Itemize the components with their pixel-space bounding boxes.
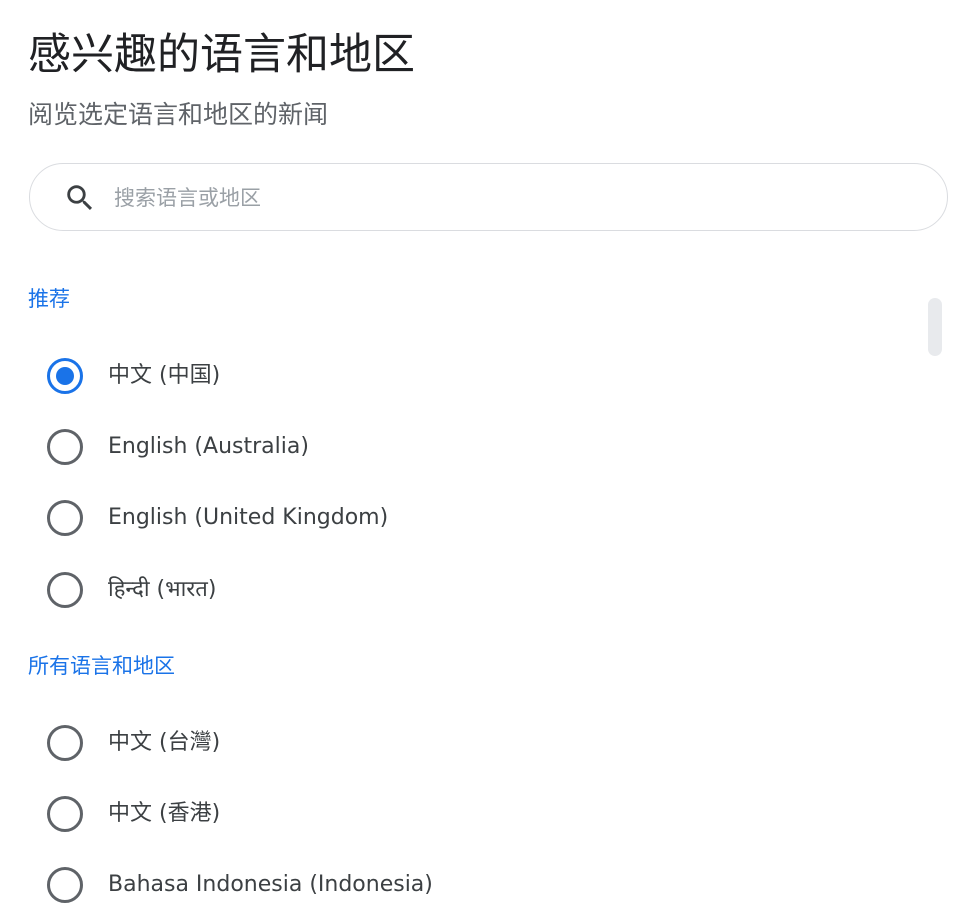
option-label: 中文 (香港)	[108, 801, 221, 826]
option-label: 中文 (台灣)	[108, 730, 221, 755]
search-icon[interactable]	[63, 181, 97, 215]
radio-option-hi-in[interactable]: हिन्दी (भारत)	[40, 562, 640, 618]
scrollbar-thumb[interactable]	[928, 298, 942, 356]
radio-selected-icon[interactable]	[47, 358, 83, 394]
radio-option-en-gb[interactable]: English (United Kingdom)	[40, 490, 640, 546]
radio-unselected-icon[interactable]	[47, 796, 83, 832]
page-subtitle: 阅览选定语言和地区的新闻	[28, 100, 329, 129]
radio-option-zh-cn[interactable]: 中文 (中国)	[40, 348, 640, 404]
option-label: English (United Kingdom)	[108, 505, 389, 530]
option-label: हिन्दी (भारत)	[108, 577, 217, 602]
radio-unselected-icon[interactable]	[47, 867, 83, 903]
radio-option-en-au[interactable]: English (Australia)	[40, 419, 640, 475]
section-label-recommended: 推荐	[28, 287, 70, 311]
radio-option-zh-hk[interactable]: 中文 (香港)	[40, 786, 640, 842]
radio-dot	[56, 367, 74, 385]
search-input[interactable]	[114, 178, 914, 218]
search-box[interactable]	[29, 163, 948, 231]
radio-unselected-icon[interactable]	[47, 725, 83, 761]
radio-unselected-icon[interactable]	[47, 429, 83, 465]
section-label-all: 所有语言和地区	[28, 654, 175, 678]
radio-unselected-icon[interactable]	[47, 500, 83, 536]
option-label: Bahasa Indonesia (Indonesia)	[108, 872, 433, 897]
radio-option-zh-tw[interactable]: 中文 (台灣)	[40, 715, 640, 771]
option-label: 中文 (中国)	[108, 363, 221, 388]
radio-unselected-icon[interactable]	[47, 572, 83, 608]
page-title: 感兴趣的语言和地区	[28, 30, 415, 80]
option-label: English (Australia)	[108, 434, 309, 459]
radio-option-id-id[interactable]: Bahasa Indonesia (Indonesia)	[40, 857, 640, 913]
